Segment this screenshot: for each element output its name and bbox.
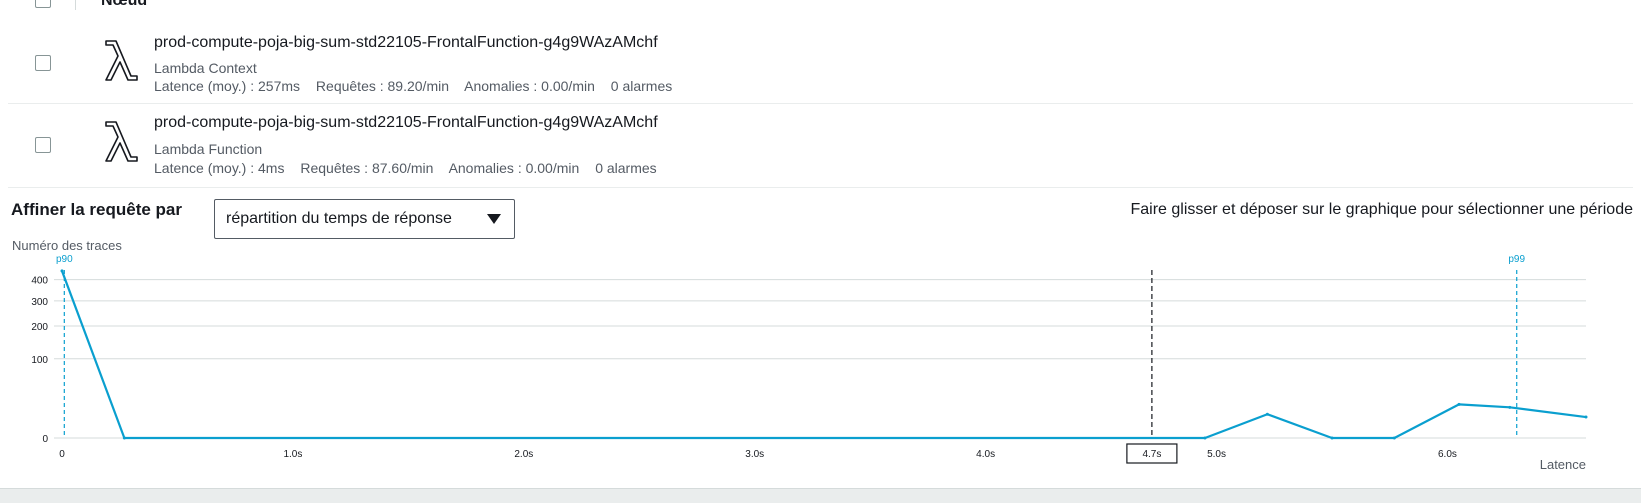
x-tick-label: 6.0s — [1438, 449, 1457, 460]
data-point — [60, 269, 64, 273]
x-tick-label: 1.0s — [283, 449, 302, 460]
y-tick-label: 100 — [31, 355, 48, 366]
refine-select-value: répartition du temps de réponse — [226, 210, 452, 227]
table-header: Nœud — [8, 0, 1633, 27]
service-map-panel: Nœud prod-compute-poja-big-sum-std22105-… — [0, 0, 1641, 488]
x-tick-label: 3.0s — [745, 449, 764, 460]
table-row[interactable]: prod-compute-poja-big-sum-std22105-Front… — [8, 26, 1633, 104]
y-tick-label: 300 — [31, 297, 48, 308]
lambda-icon — [105, 40, 138, 81]
node-type: Lambda Context — [154, 60, 257, 76]
data-point — [1265, 412, 1269, 416]
data-point — [1508, 405, 1512, 409]
series-line — [60, 270, 1587, 440]
node-title[interactable]: prod-compute-poja-big-sum-std22105-Front… — [154, 34, 658, 52]
x-tick-label: 5.0s — [1207, 449, 1226, 460]
selection-label: 4.7s — [1142, 449, 1161, 460]
x-tick-label: 2.0s — [514, 449, 533, 460]
requests-stat: Requêtes : 89.20/min — [315, 78, 450, 94]
requests-stat: Requêtes : 87.60/min — [300, 160, 434, 176]
node-title[interactable]: prod-compute-poja-big-sum-std22105-Front… — [154, 114, 658, 132]
panel-footer — [0, 488, 1641, 503]
anomalies-stat: Anomalies : 0.00/min — [448, 160, 580, 176]
data-point — [1203, 436, 1207, 440]
caret-down-icon — [487, 214, 501, 224]
column-header-node[interactable]: Nœud — [101, 0, 147, 10]
refine-select[interactable]: répartition du temps de réponse — [214, 199, 515, 239]
data-point — [122, 436, 126, 440]
row-checkbox[interactable] — [35, 137, 51, 153]
node-type: Lambda Function — [154, 141, 263, 157]
percentile-label-p90: p90 — [56, 254, 73, 265]
alarms-stat: 0 alarmes — [595, 160, 657, 176]
y-tick-label: 400 — [31, 276, 48, 287]
y-tick-label: 200 — [31, 322, 48, 333]
latency-stat: Latence (moy.) : 4ms — [154, 160, 285, 176]
data-point — [1584, 415, 1588, 419]
node-stats: Latence (moy.) : 4ms Requêtes : 87.60/mi… — [154, 160, 669, 176]
lambda-icon — [105, 121, 138, 162]
percentile-label-p99: p99 — [1508, 254, 1525, 265]
node-stats: Latence (moy.) : 257ms Requêtes : 89.20/… — [154, 78, 684, 94]
data-point — [1457, 402, 1461, 406]
refine-query-label: Affiner la requête par — [11, 200, 182, 219]
column-divider — [75, 0, 76, 10]
data-point — [1392, 436, 1396, 440]
x-axis-title: Latence — [1540, 457, 1586, 472]
alarms-stat: 0 alarmes — [610, 78, 673, 94]
x-tick-label: 4.0s — [976, 449, 995, 460]
row-checkbox[interactable] — [35, 55, 51, 71]
data-point — [1330, 436, 1334, 440]
drag-hint: Faire glisser et déposer sur le graphiqu… — [1130, 201, 1633, 218]
select-all-checkbox[interactable] — [35, 0, 51, 8]
anomalies-stat: Anomalies : 0.00/min — [464, 78, 595, 94]
y-tick-label: 0 — [42, 434, 48, 445]
latency-distribution-chart[interactable]: 0 100 200 300 400 0 1.0s 2.0s 3.0s 4.0s 5.0s 6.0s La… — [0, 250, 1641, 480]
x-tick-label: 0 — [59, 449, 65, 460]
latency-stat: Latence (moy.) : 257ms — [154, 78, 301, 94]
table-row[interactable]: prod-compute-poja-big-sum-std22105-Front… — [8, 104, 1633, 188]
